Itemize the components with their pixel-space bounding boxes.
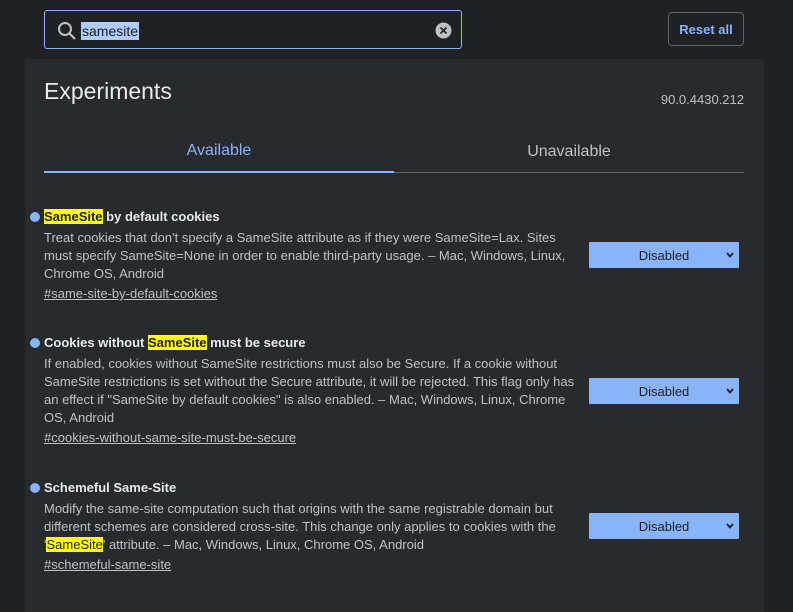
title-text: must be secure bbox=[206, 335, 306, 350]
experiment-state-select[interactable]: Disabled bbox=[589, 513, 739, 539]
reset-all-button[interactable]: Reset all bbox=[668, 12, 744, 46]
search-box[interactable]: samesite bbox=[44, 10, 462, 49]
description-text: If enabled, cookies without SameSite res… bbox=[44, 356, 575, 425]
experiment-link[interactable]: #schemeful-same-site bbox=[44, 557, 171, 573]
tab-available[interactable]: Available bbox=[44, 130, 394, 173]
search-input[interactable]: samesite bbox=[81, 22, 140, 40]
chevron-down-icon bbox=[726, 388, 734, 394]
experiment-state-select[interactable]: Disabled bbox=[589, 242, 739, 268]
search-highlight: SameSite bbox=[46, 537, 103, 552]
experiment-state-select[interactable]: Disabled bbox=[589, 378, 739, 404]
experiment-title: Schemeful Same-Site bbox=[44, 479, 176, 496]
experiment-title: Cookies without SameSite must be secure bbox=[44, 334, 306, 351]
clear-icon[interactable] bbox=[435, 22, 452, 39]
select-value: Disabled bbox=[638, 383, 690, 399]
experiment-bullet bbox=[30, 212, 40, 222]
select-value: Disabled bbox=[638, 247, 690, 263]
experiment-description: Treat cookies that don't specify a SameS… bbox=[44, 229, 579, 283]
page-title: Experiments bbox=[44, 78, 172, 104]
description-text: ' attribute. – Mac, Windows, Linux, Chro… bbox=[102, 537, 424, 552]
tab-bar: Available Unavailable bbox=[44, 130, 744, 173]
experiment-description: If enabled, cookies without SameSite res… bbox=[44, 355, 579, 427]
select-value: Disabled bbox=[638, 518, 690, 534]
title-text: by default cookies bbox=[102, 209, 220, 224]
top-bar: samesite Reset all bbox=[0, 0, 793, 59]
tab-unavailable[interactable]: Unavailable bbox=[394, 130, 744, 173]
description-text: Treat cookies that don't specify a SameS… bbox=[44, 230, 566, 281]
experiment-link[interactable]: #cookies-without-same-site-must-be-secur… bbox=[44, 430, 296, 446]
experiment-link[interactable]: #same-site-by-default-cookies bbox=[44, 286, 217, 302]
search-highlight: SameSite bbox=[148, 335, 207, 350]
experiment-title: SameSite by default cookies bbox=[44, 208, 220, 225]
experiment-description: Modify the same-site computation such th… bbox=[44, 500, 579, 554]
experiment-bullet bbox=[30, 338, 40, 348]
version-label: 90.0.4430.212 bbox=[660, 92, 744, 107]
chevron-down-icon bbox=[726, 252, 734, 258]
experiment-bullet bbox=[30, 483, 40, 493]
title-text: Schemeful Same-Site bbox=[44, 480, 177, 495]
search-icon bbox=[58, 22, 76, 40]
chevron-down-icon bbox=[726, 523, 734, 529]
search-highlight: SameSite bbox=[44, 209, 103, 224]
title-text: Cookies without bbox=[44, 335, 148, 350]
